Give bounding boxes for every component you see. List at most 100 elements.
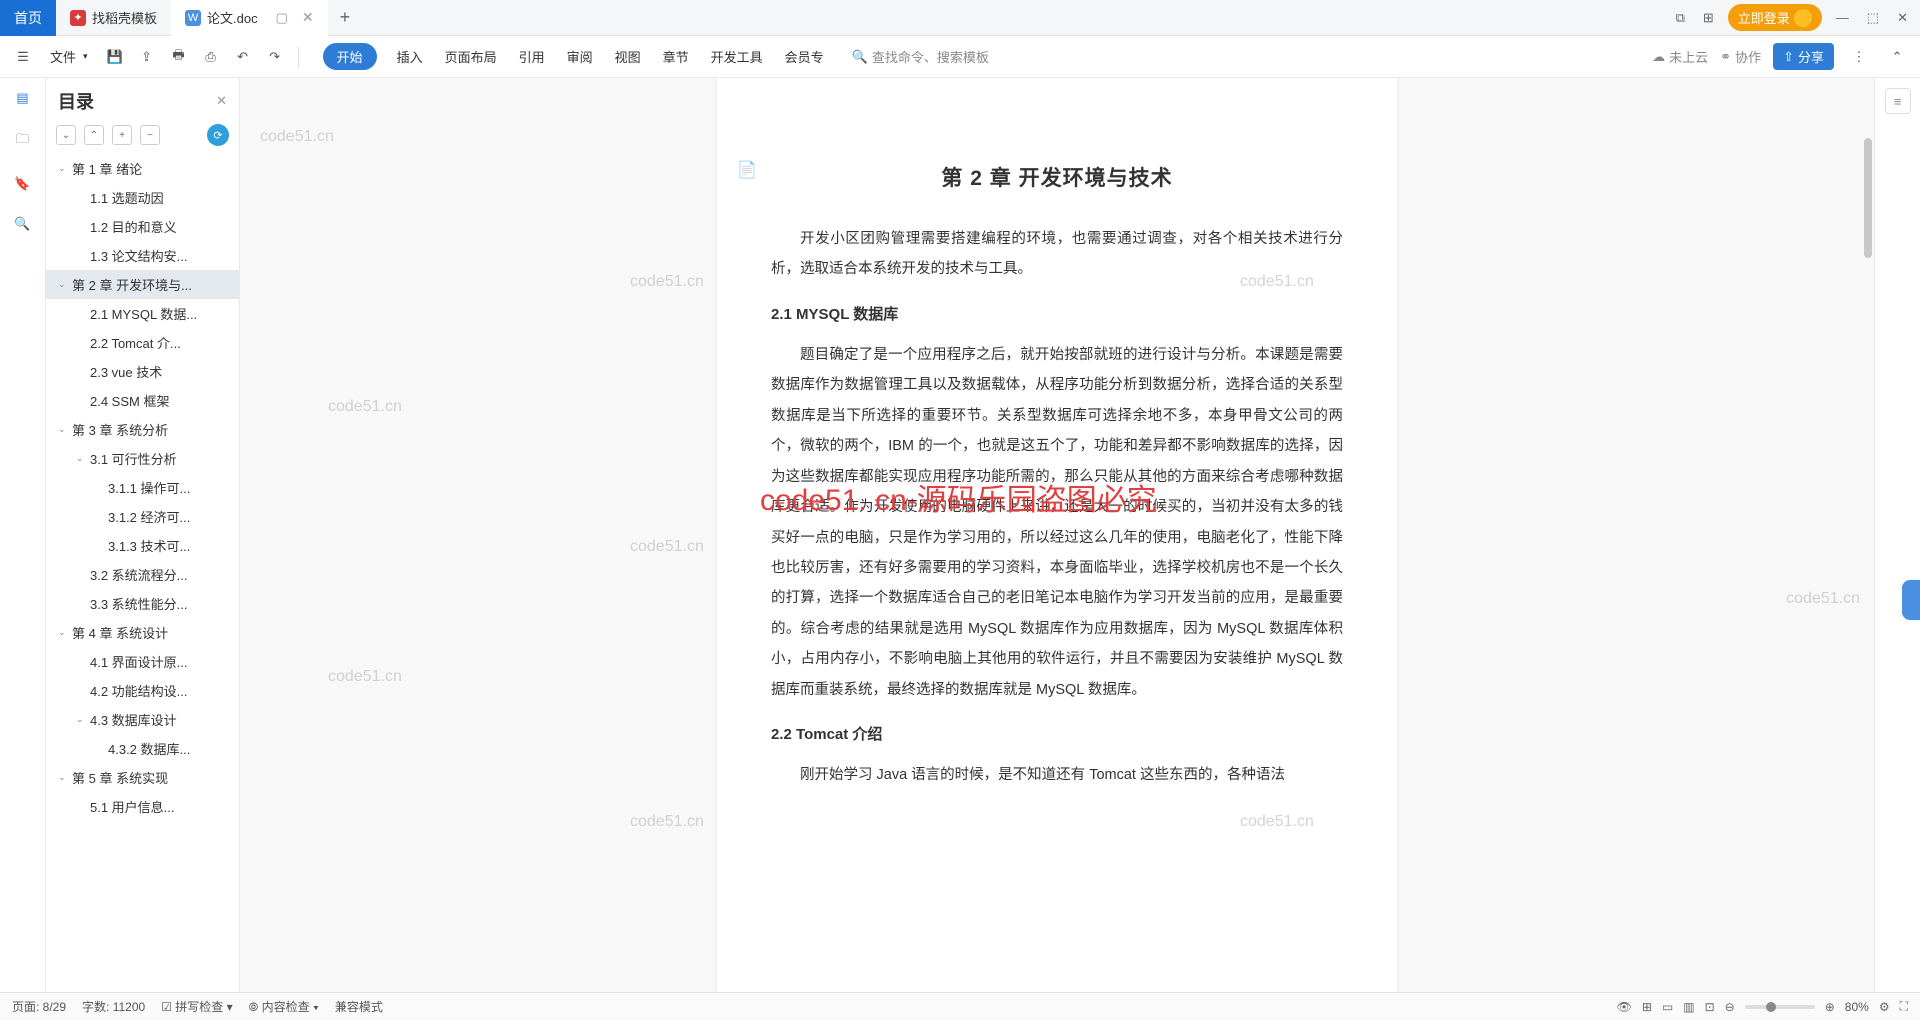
collab-button[interactable]: ⚭ 协作 (1720, 47, 1761, 66)
fullscreen-icon[interactable]: ⛶ (1900, 999, 1908, 1014)
edge-handle[interactable] (1902, 580, 1920, 620)
toc-item[interactable]: 2.4 SSM 框架 (46, 386, 239, 415)
document-canvas[interactable]: 📄 第 2 章 开发环境与技术 开发小区团购管理需要搭建编程的环境，也需要通过调… (240, 78, 1874, 992)
menu-member[interactable]: 会员专 (783, 43, 826, 70)
toc-item[interactable]: 3.1.1 操作可... (46, 473, 239, 502)
watermark: code51.cn (328, 668, 402, 686)
toc-item[interactable]: ⌄第 4 章 系统设计 (46, 618, 239, 647)
toc-item[interactable]: 1.1 选题动因 (46, 183, 239, 212)
collapse-all-icon[interactable]: ⌃ (84, 125, 104, 145)
save-icon[interactable]: 💾 (102, 44, 128, 70)
screen-icon[interactable]: ▢ (276, 10, 288, 26)
menu-view[interactable]: 视图 (613, 43, 643, 70)
tab-label: 找稻壳模板 (92, 8, 157, 27)
command-search[interactable]: 🔍 查找命令、搜索模板 (852, 47, 989, 66)
menu-devtools[interactable]: 开发工具 (709, 43, 765, 70)
tab-home[interactable]: 首页 (0, 0, 56, 36)
paragraph-icon[interactable]: 📄 (737, 160, 757, 180)
panel-title: 目录 (58, 88, 216, 114)
sync-icon[interactable]: ⟳ (207, 124, 229, 146)
toc-item[interactable]: ⌄第 1 章 绪论 (46, 154, 239, 183)
toc-item[interactable]: 2.3 vue 技术 (46, 357, 239, 386)
page-view-icon[interactable]: ▭ (1662, 1000, 1673, 1014)
layout-icon[interactable]: ⧉ (1672, 6, 1689, 30)
toc-item[interactable]: 3.3 系统性能分... (46, 589, 239, 618)
toc-item[interactable]: 4.1 界面设计原... (46, 647, 239, 676)
spellcheck-toggle[interactable]: ☑ 拼写检查 ▾ (161, 998, 232, 1015)
eye-icon[interactable]: 👁 (1617, 1000, 1632, 1014)
toc-item[interactable]: ⌄第 5 章 系统实现 (46, 763, 239, 792)
zoom-slider[interactable] (1745, 1005, 1815, 1009)
toc-item[interactable]: 3.1.2 经济可... (46, 502, 239, 531)
search-icon: 🔍 (852, 49, 868, 65)
apps-icon[interactable]: ⊞ (1699, 6, 1718, 30)
watermark: code51.cn (260, 128, 334, 146)
menu-review[interactable]: 审阅 (565, 43, 595, 70)
read-view-icon[interactable]: ▥ (1683, 1000, 1694, 1014)
file-menu[interactable]: 文件▾ (42, 47, 96, 66)
toc-item[interactable]: ⌄3.1 可行性分析 (46, 444, 239, 473)
tab-document[interactable]: W 论文.doc ▢ ✕ (171, 0, 328, 36)
panel-close-icon[interactable]: ✕ (216, 93, 227, 109)
page-count[interactable]: 页面: 8/29 (12, 998, 66, 1015)
zoom-out-icon[interactable]: ⊖ (1725, 1000, 1735, 1014)
minimize-icon[interactable]: — (1832, 6, 1853, 29)
settings-icon[interactable]: ⚙ (1879, 1000, 1890, 1014)
toc-item[interactable]: 2.2 Tomcat 介... (46, 328, 239, 357)
search-placeholder: 查找命令、搜索模板 (872, 47, 989, 66)
cloud-status[interactable]: ☁ 未上云 (1652, 47, 1708, 66)
toc-item[interactable]: 5.1 用户信息... (46, 792, 239, 821)
menu-start[interactable]: 开始 (323, 43, 377, 70)
watermark: code51.cn (630, 273, 704, 291)
outline-icon[interactable]: ▤ (16, 90, 28, 106)
toc-item[interactable]: 1.2 目的和意义 (46, 212, 239, 241)
find-icon[interactable]: 🔍 (14, 216, 30, 232)
menu-icon[interactable]: ☰ (10, 44, 36, 70)
close-window-icon[interactable]: ✕ (1893, 6, 1912, 30)
toc-item[interactable]: 2.1 MYSQL 数据... (46, 299, 239, 328)
toc-item[interactable]: 3.1.3 技术可... (46, 531, 239, 560)
web-view-icon[interactable]: ⊡ (1705, 1000, 1715, 1014)
scrollbar-thumb[interactable] (1864, 138, 1872, 258)
tab-add[interactable]: + (328, 7, 363, 28)
login-label: 立即登录 (1738, 8, 1790, 27)
maximize-icon[interactable]: ⬚ (1863, 6, 1883, 30)
tab-template[interactable]: ✦ 找稻壳模板 (56, 0, 171, 36)
export-icon[interactable]: ⇪ (134, 44, 160, 70)
compat-mode[interactable]: 兼容模式 (335, 998, 383, 1015)
toc-item[interactable]: ⌄第 3 章 系统分析 (46, 415, 239, 444)
ribbon-menus: 开始 插入 页面布局 引用 审阅 视图 章节 开发工具 会员专 (323, 43, 826, 70)
share-button[interactable]: ⇧ 分享 (1773, 43, 1834, 70)
close-icon[interactable]: ✕ (302, 9, 314, 26)
collapse-icon[interactable]: ⌃ (1884, 44, 1910, 70)
menu-insert[interactable]: 插入 (395, 43, 425, 70)
toc-item[interactable]: 1.3 论文结构安... (46, 241, 239, 270)
toc-item[interactable]: 3.2 系统流程分... (46, 560, 239, 589)
format-panel-icon[interactable]: ≡ (1885, 88, 1911, 114)
print-icon[interactable]: 🖶 (166, 44, 192, 70)
preview-icon[interactable]: ⎙ (198, 44, 224, 70)
expand-all-icon[interactable]: ⌄ (56, 125, 76, 145)
redo-icon[interactable]: ↷ (262, 44, 288, 70)
login-button[interactable]: 立即登录 (1728, 4, 1822, 31)
menu-chapter[interactable]: 章节 (661, 43, 691, 70)
more-icon[interactable]: ⋮ (1846, 44, 1872, 70)
bookmark-icon[interactable]: 🔖 (14, 176, 30, 192)
paragraph: 开发小区团购管理需要搭建编程的环境，也需要通过调查，对各个相关技术进行分析，选取… (771, 224, 1343, 285)
undo-icon[interactable]: ↶ (230, 44, 256, 70)
menu-reference[interactable]: 引用 (517, 43, 547, 70)
folder-icon[interactable]: 🗀 (16, 130, 29, 152)
remove-icon[interactable]: − (140, 125, 160, 145)
avatar-icon (1794, 9, 1812, 27)
toc-item[interactable]: 4.3.2 数据库... (46, 734, 239, 763)
menu-layout[interactable]: 页面布局 (443, 43, 499, 70)
grid-icon[interactable]: ⊞ (1642, 1000, 1652, 1014)
contentcheck-toggle[interactable]: ⦾ 内容检查 ▾ (249, 998, 319, 1015)
word-count[interactable]: 字数: 11200 (82, 998, 145, 1015)
add-icon[interactable]: + (112, 125, 132, 145)
toc-item[interactable]: ⌄4.3 数据库设计 (46, 705, 239, 734)
toc-item[interactable]: 4.2 功能结构设... (46, 676, 239, 705)
zoom-level[interactable]: 80% (1845, 1000, 1869, 1014)
toc-item[interactable]: ⌄第 2 章 开发环境与... (46, 270, 239, 299)
zoom-in-icon[interactable]: ⊕ (1825, 1000, 1835, 1014)
